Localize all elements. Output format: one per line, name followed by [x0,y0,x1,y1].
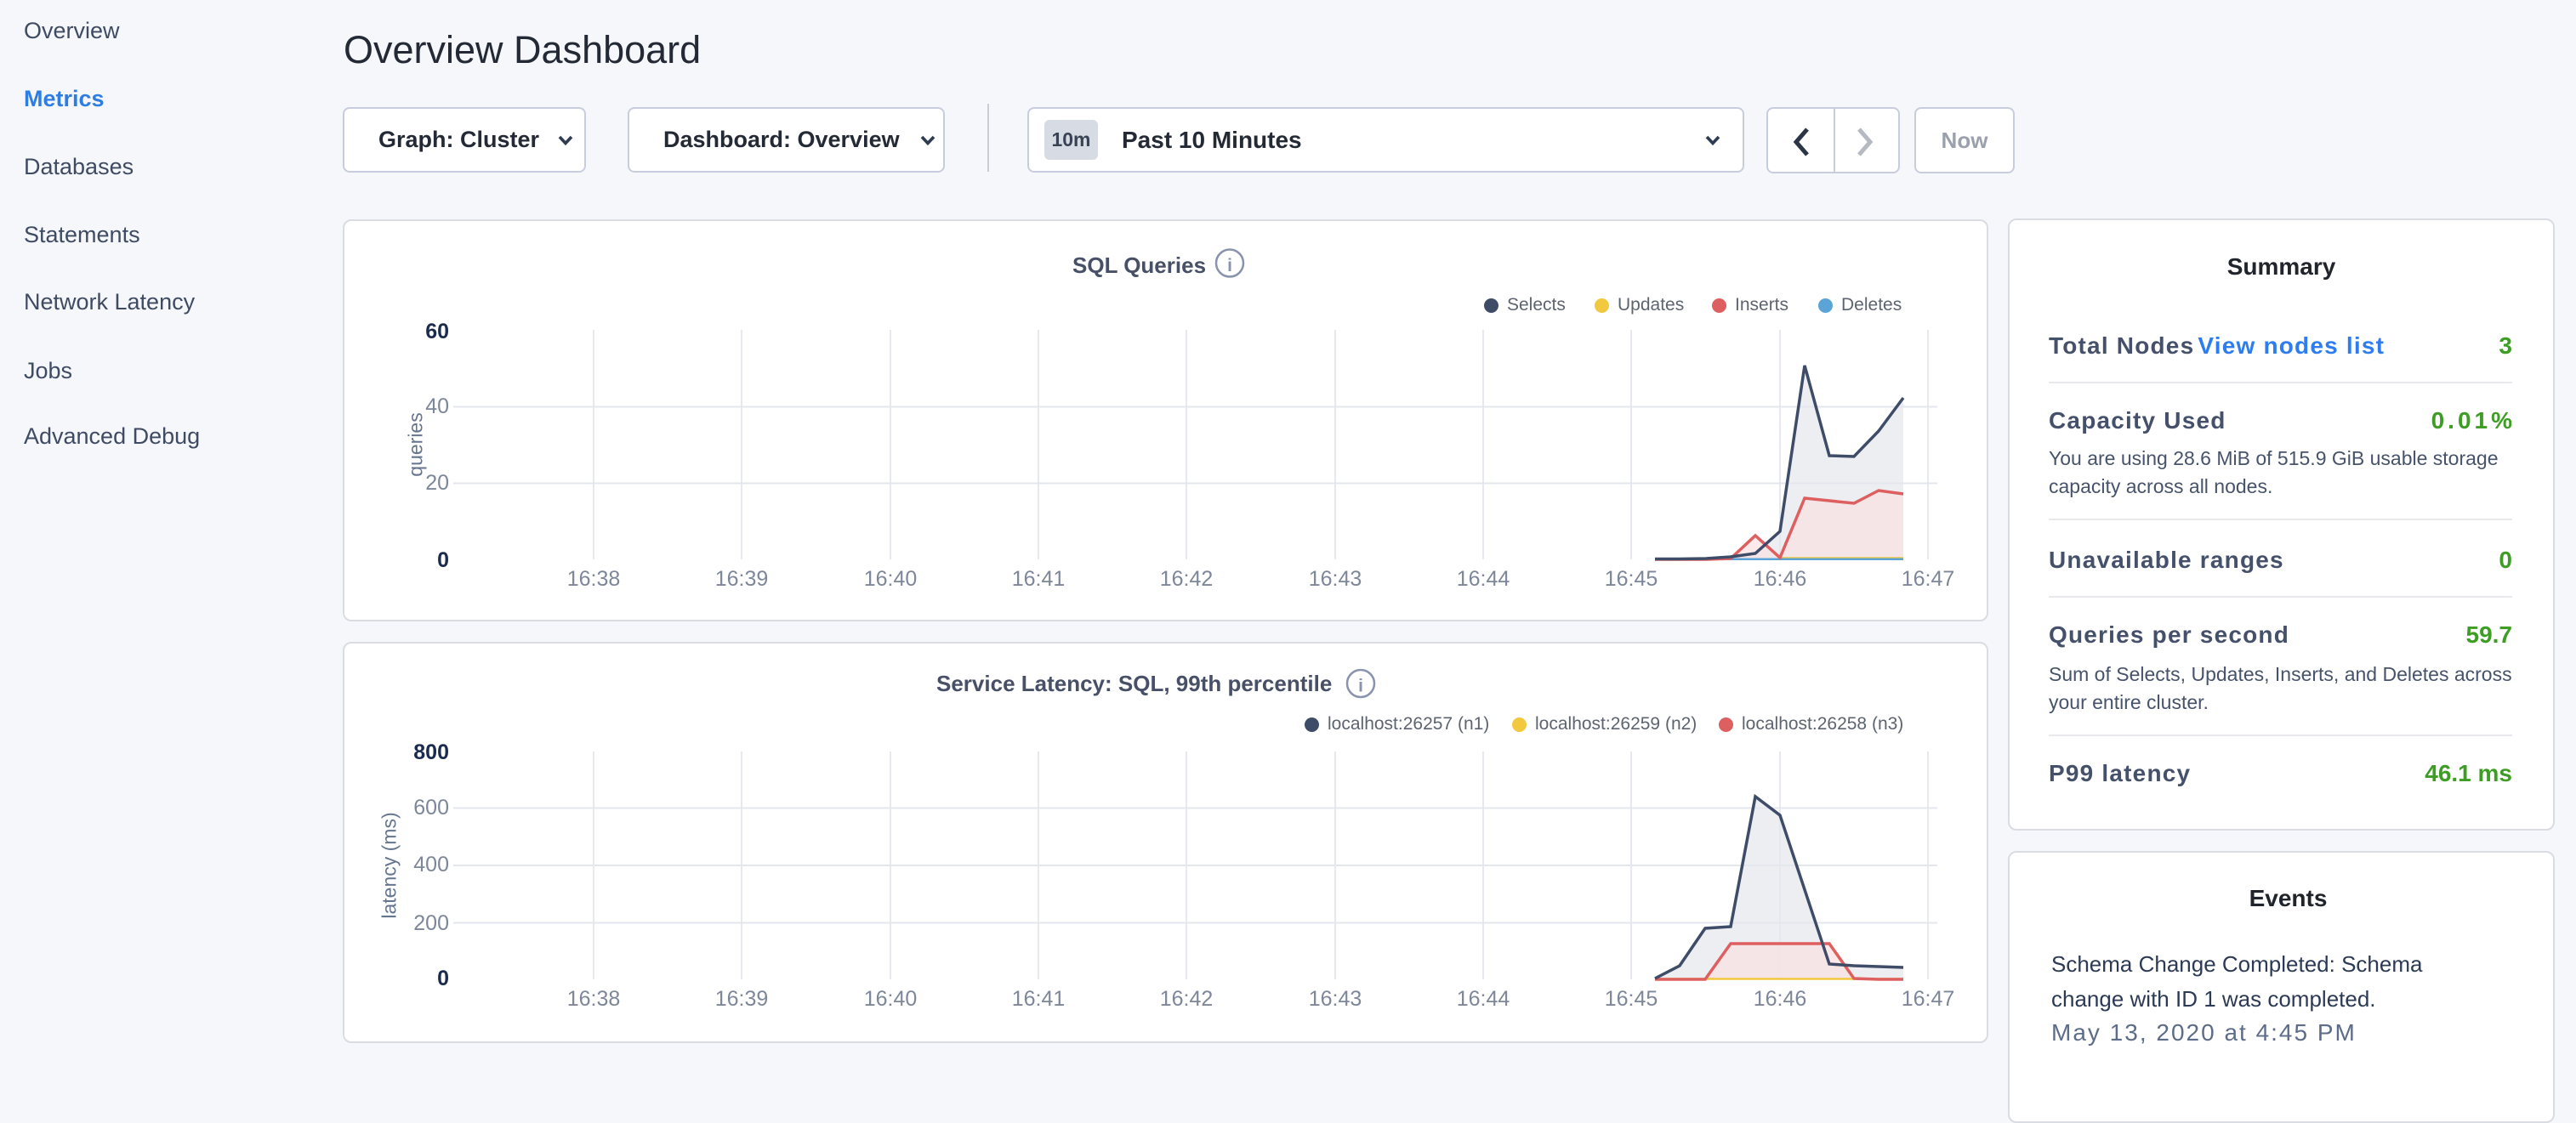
svg-text:i: i [1227,256,1232,275]
svg-text:i: i [1358,677,1363,696]
